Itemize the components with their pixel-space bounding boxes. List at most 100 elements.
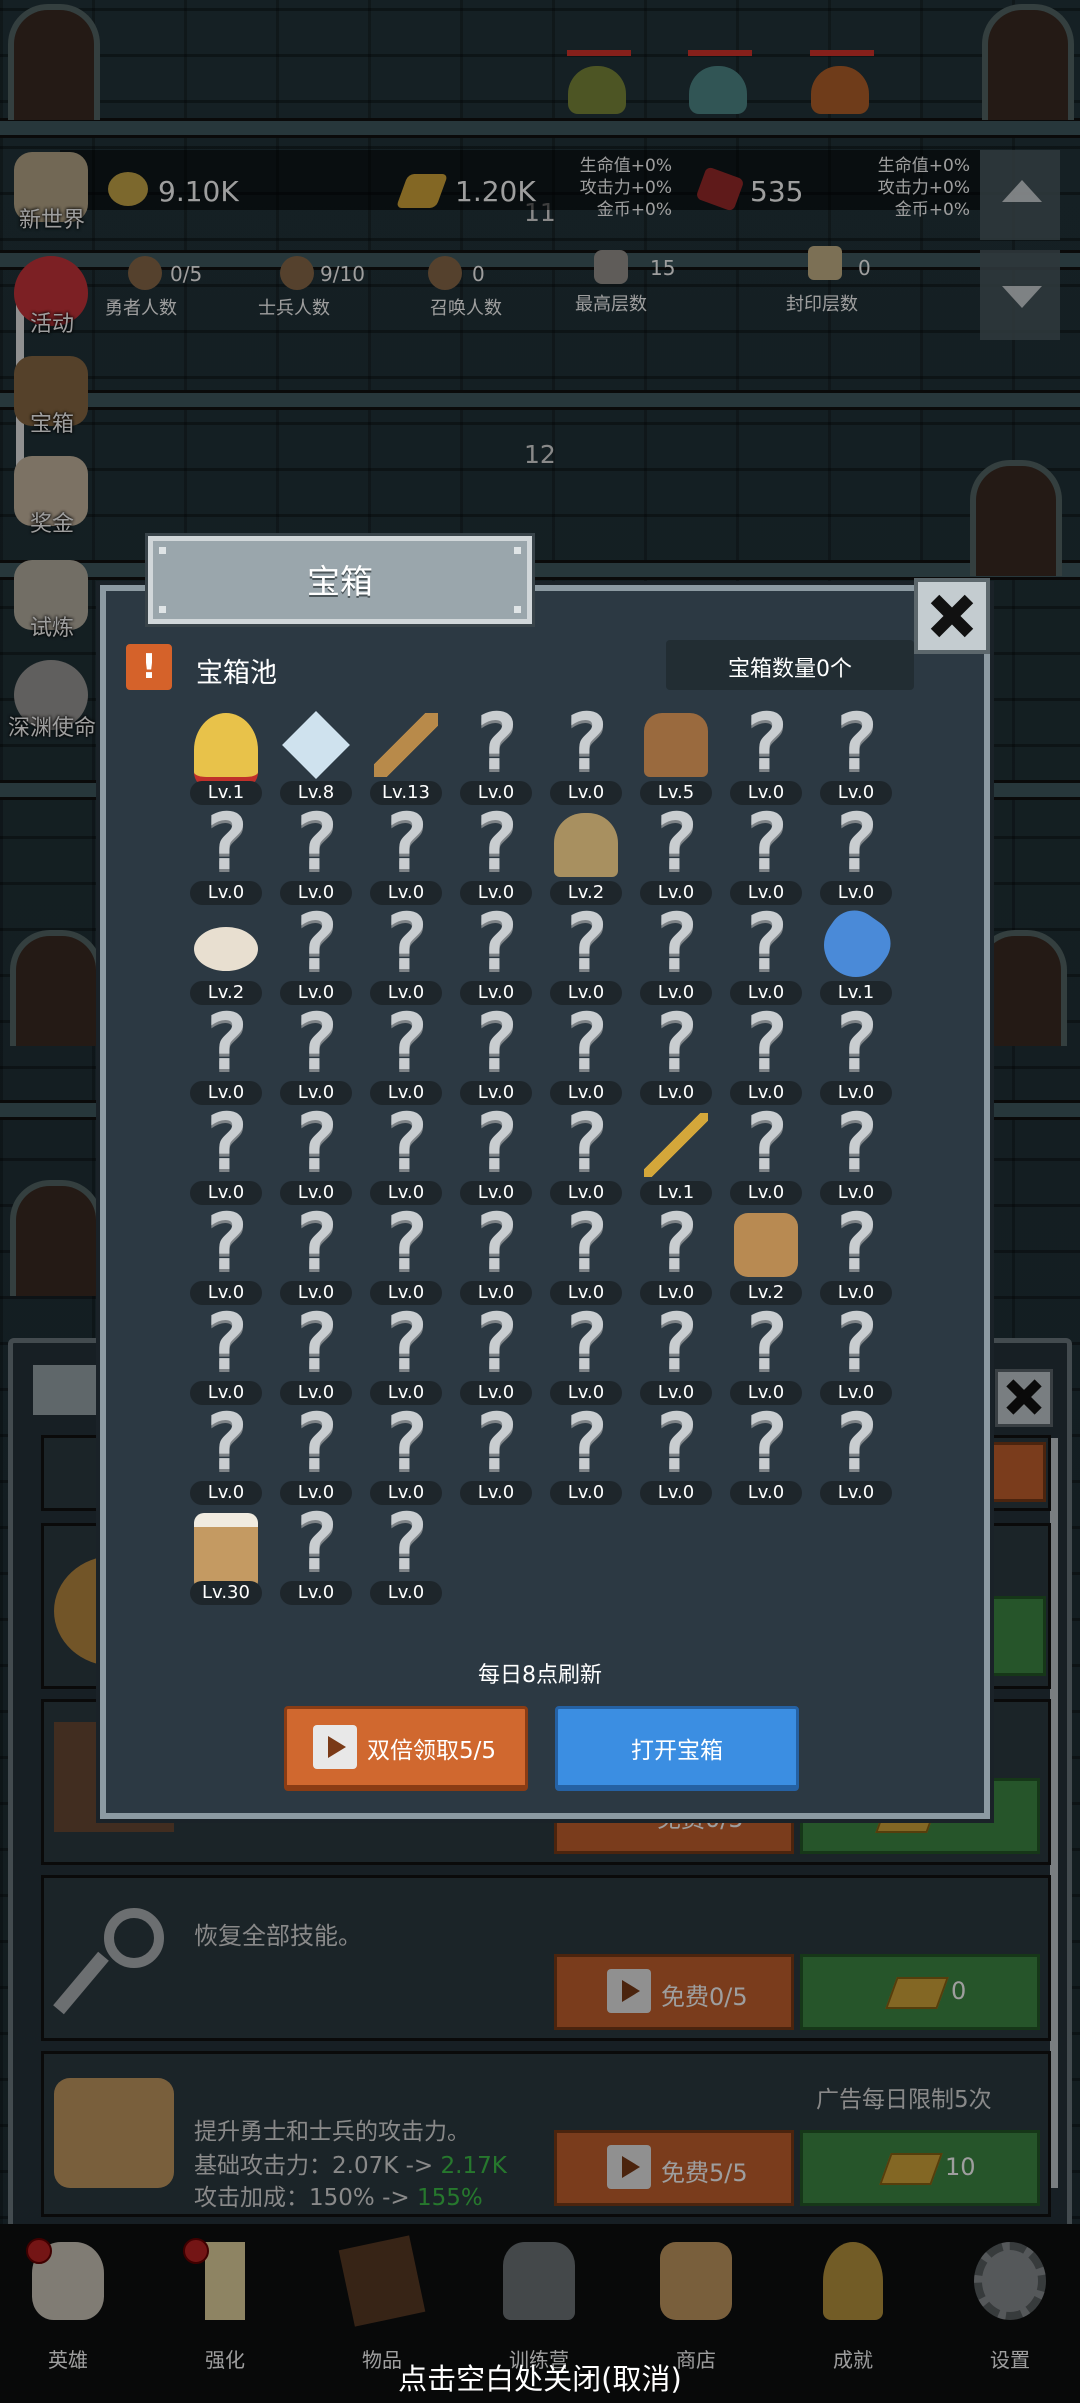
unknown-item-icon: ? xyxy=(472,1098,520,1188)
chest-item-cell[interactable]: Lv.2 xyxy=(186,907,266,1007)
level-pill: Lv.30 xyxy=(190,1581,262,1605)
chest-item-cell[interactable]: ? Lv.0 xyxy=(276,1404,356,1507)
chest-item-cell[interactable]: ? Lv.0 xyxy=(636,904,716,1007)
chest-item-cell[interactable]: ? Lv.0 xyxy=(366,1398,446,1507)
chest-item-cell[interactable]: ? Lv.0 xyxy=(726,1298,806,1407)
chest-item-cell[interactable]: ? Lv.0 xyxy=(276,1298,356,1407)
level-pill: Lv.0 xyxy=(730,1481,802,1505)
chest-item-cell[interactable]: ? Lv.0 xyxy=(366,1304,446,1407)
chest-item-cell[interactable]: ? Lv.0 xyxy=(816,1404,896,1507)
chest-item-cell[interactable]: ? Lv.0 xyxy=(366,798,446,907)
chest-item-cell[interactable]: ? Lv.0 xyxy=(546,1104,626,1207)
sword-icon xyxy=(374,713,438,777)
unknown-item-icon: ? xyxy=(472,798,520,888)
chest-item-cell[interactable]: ? Lv.0 xyxy=(636,1204,716,1307)
chest-item-cell[interactable]: ? Lv.0 xyxy=(726,1404,806,1507)
chest-item-cell[interactable]: ? Lv.0 xyxy=(816,1204,896,1307)
chest-item-cell[interactable]: ? Lv.0 xyxy=(276,1104,356,1207)
chest-item-cell[interactable]: ? Lv.0 xyxy=(366,1504,446,1607)
chest-item-cell[interactable]: ? Lv.0 xyxy=(456,1304,536,1407)
chest-item-cell[interactable]: ? Lv.0 xyxy=(726,904,806,1007)
chest-item-cell[interactable]: ? Lv.0 xyxy=(276,1504,356,1607)
chest-item-cell[interactable]: ? Lv.0 xyxy=(186,1304,266,1407)
unknown-item-icon: ? xyxy=(832,1298,880,1388)
chest-item-cell[interactable]: ? Lv.0 xyxy=(366,1004,446,1107)
chest-item-cell[interactable]: ? Lv.0 xyxy=(546,1304,626,1407)
unknown-item-icon: ? xyxy=(472,1398,520,1488)
chest-item-cell[interactable]: ? Lv.0 xyxy=(816,1298,896,1407)
chest-item-cell[interactable]: ? Lv.0 xyxy=(276,1004,356,1107)
open-chest-button[interactable]: 打开宝箱 xyxy=(555,1706,799,1791)
refresh-note: 每日8点刷新 xyxy=(478,1663,602,1688)
unknown-item-icon: ? xyxy=(832,798,880,888)
chest-item-cell[interactable]: ? Lv.0 xyxy=(636,1398,716,1507)
unknown-item-icon: ? xyxy=(382,1398,430,1488)
chest-item-cell[interactable]: ? Lv.0 xyxy=(636,1004,716,1107)
unknown-item-icon: ? xyxy=(292,1298,340,1388)
double-claim-button[interactable]: 双倍领取5/5 xyxy=(284,1706,528,1791)
chest-item-cell[interactable]: Lv.8 xyxy=(276,707,356,807)
chest-item-cell[interactable]: ? Lv.0 xyxy=(456,1004,536,1107)
helmet-icon xyxy=(554,813,618,877)
potion-icon xyxy=(811,900,901,990)
chest-item-cell[interactable]: ? Lv.0 xyxy=(726,798,806,907)
chest-item-cell[interactable]: ? Lv.0 xyxy=(186,1204,266,1307)
chest-item-cell[interactable]: ? Lv.0 xyxy=(366,1198,446,1307)
chest-item-cell[interactable]: ? Lv.0 xyxy=(636,798,716,907)
chest-item-cell[interactable]: ? Lv.0 xyxy=(726,1004,806,1107)
chest-item-cell[interactable]: Lv.1 xyxy=(186,707,266,807)
chest-item-cell[interactable]: Lv.30 xyxy=(186,1507,266,1607)
chest-item-cell[interactable]: ? Lv.0 xyxy=(636,1304,716,1407)
chest-item-cell[interactable]: ? Lv.0 xyxy=(366,1104,446,1207)
chest-item-cell[interactable]: ? Lv.0 xyxy=(816,798,896,907)
item-level: Lv.0 xyxy=(747,1182,785,1203)
unknown-item-icon: ? xyxy=(202,998,250,1088)
chest-item-cell[interactable]: Lv.2 xyxy=(726,1207,806,1307)
level-pill: Lv.0 xyxy=(190,881,262,905)
chest-item-cell[interactable]: ? Lv.0 xyxy=(456,1204,536,1307)
chest-item-cell[interactable]: ? Lv.0 xyxy=(726,704,806,807)
chest-item-cell[interactable]: ? Lv.0 xyxy=(186,998,266,1107)
chest-item-cell[interactable]: ? Lv.0 xyxy=(186,1404,266,1507)
chest-item-cell[interactable]: ? Lv.0 xyxy=(816,704,896,807)
unknown-item-icon: ? xyxy=(382,1198,430,1288)
rivet xyxy=(514,606,521,613)
chest-count-box: 宝箱数量0个 xyxy=(666,640,914,690)
modal-close-button[interactable] xyxy=(914,578,990,654)
chest-item-cell[interactable]: ? Lv.0 xyxy=(276,898,356,1007)
level-pill: Lv.0 xyxy=(190,1481,262,1505)
unknown-item-icon: ? xyxy=(652,798,700,888)
chest-item-cell[interactable]: ? Lv.0 xyxy=(456,798,536,907)
chest-item-cell[interactable]: ? Lv.0 xyxy=(816,1004,896,1107)
chest-item-cell[interactable]: ? Lv.0 xyxy=(276,1204,356,1307)
unknown-item-icon: ? xyxy=(292,798,340,888)
unknown-item-icon: ? xyxy=(382,798,430,888)
chest-item-cell[interactable]: ? Lv.0 xyxy=(456,1398,536,1507)
unknown-item-icon: ? xyxy=(202,1098,250,1188)
chest-item-cell[interactable]: ? Lv.0 xyxy=(816,1104,896,1207)
unknown-item-icon: ? xyxy=(562,1198,610,1288)
chest-item-cell[interactable]: ? Lv.0 xyxy=(546,904,626,1007)
chest-item-cell[interactable]: ? Lv.0 xyxy=(546,1198,626,1307)
chest-item-cell[interactable]: Lv.1 xyxy=(811,900,901,1007)
unknown-item-icon: ? xyxy=(742,798,790,888)
chest-item-cell[interactable]: ? Lv.0 xyxy=(456,904,536,1007)
unknown-item-icon: ? xyxy=(742,1298,790,1388)
unknown-item-icon: ? xyxy=(292,898,340,988)
unknown-item-icon: ? xyxy=(652,1398,700,1488)
chest-item-cell[interactable]: ? Lv.0 xyxy=(546,1404,626,1507)
chest-item-cell[interactable]: Lv.2 xyxy=(546,807,626,907)
chest-item-cell[interactable]: ? Lv.0 xyxy=(276,798,356,907)
chest-item-cell[interactable]: ? Lv.0 xyxy=(366,904,446,1007)
chest-item-cell[interactable]: Lv.5 xyxy=(636,707,716,807)
chest-item-cell[interactable]: ? Lv.0 xyxy=(456,704,536,807)
chest-item-cell[interactable]: Lv.13 xyxy=(366,707,446,807)
chest-item-cell[interactable]: Lv.1 xyxy=(636,1107,716,1207)
chest-item-cell[interactable]: ? Lv.0 xyxy=(456,1098,536,1207)
level-pill: Lv.0 xyxy=(460,1481,532,1505)
chest-item-cell[interactable]: ? Lv.0 xyxy=(186,804,266,907)
chest-item-cell[interactable]: ? Lv.0 xyxy=(186,1098,266,1207)
chest-item-cell[interactable]: ? Lv.0 xyxy=(546,1004,626,1107)
chest-item-cell[interactable]: ? Lv.0 xyxy=(546,704,626,807)
chest-item-cell[interactable]: ? Lv.0 xyxy=(726,1104,806,1207)
